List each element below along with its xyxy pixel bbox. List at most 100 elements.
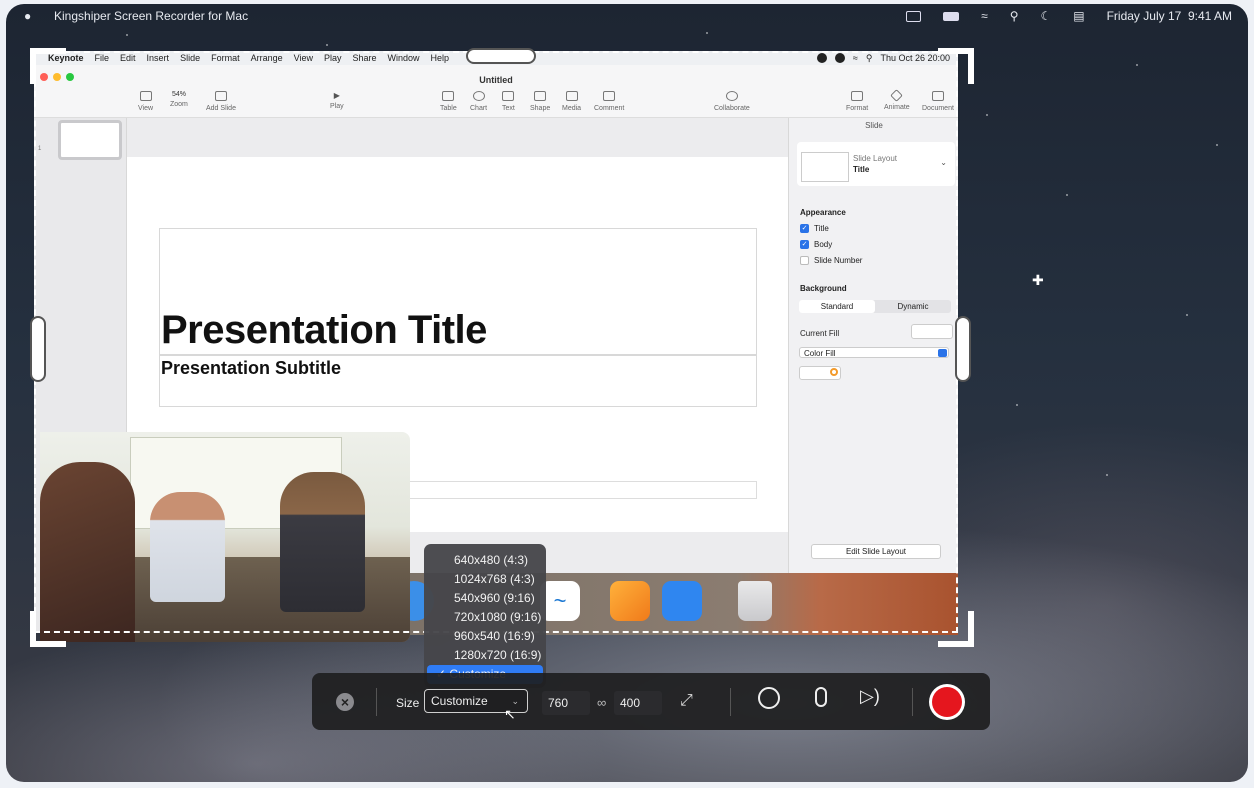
- width-input[interactable]: 760: [542, 691, 590, 715]
- status-item-icon[interactable]: [816, 53, 827, 63]
- menu-share[interactable]: Share: [353, 53, 377, 63]
- battery-icon[interactable]: [943, 11, 960, 21]
- menu-play[interactable]: Play: [324, 53, 342, 63]
- animate-button[interactable]: Animate: [884, 89, 910, 111]
- webcam-preview[interactable]: [40, 432, 410, 642]
- fill-color-well[interactable]: [799, 366, 841, 380]
- record-button[interactable]: [929, 684, 965, 720]
- table-button[interactable]: Table: [440, 91, 457, 112]
- height-input[interactable]: 400: [614, 691, 662, 715]
- dynamic-tab[interactable]: Dynamic: [875, 300, 951, 313]
- document-icon: [931, 91, 944, 101]
- webcam-icon[interactable]: [758, 687, 780, 709]
- edge-handle-right[interactable]: [955, 316, 971, 382]
- keynote-toolbar: Untitled View 54% Zoom Add Slide ▶ Play Ta…: [34, 65, 958, 118]
- status-item-icon[interactable]: [834, 53, 845, 63]
- spotlight-search-icon[interactable]: ⚲: [866, 53, 873, 64]
- inspector-panel: Slide Slide Layout Title ⌄ Appearance ✓ T…: [788, 118, 958, 633]
- menu-help[interactable]: Help: [431, 53, 450, 63]
- wifi-icon[interactable]: ≈: [981, 9, 988, 23]
- animate-icon: [890, 89, 904, 102]
- keynote-app-icon[interactable]: [662, 581, 702, 621]
- person-image: [280, 472, 365, 612]
- fullscreen-icon[interactable]: ⤢: [680, 692, 693, 710]
- slide-layout-selector[interactable]: Slide Layout Title ⌄: [797, 142, 955, 186]
- size-option[interactable]: 640x480 (4:3): [424, 551, 546, 570]
- zoom-button[interactable]: 54% Zoom: [170, 91, 188, 108]
- record-icon: [932, 687, 962, 717]
- slide-title[interactable]: Presentation Title: [161, 308, 487, 353]
- size-option[interactable]: 540x960 (9:16): [424, 589, 546, 608]
- link-ratio-icon[interactable]: ∞: [597, 695, 606, 710]
- menubar-time[interactable]: 9:41 AM: [1188, 9, 1232, 23]
- text-button[interactable]: Text: [502, 91, 515, 112]
- wifi-icon[interactable]: ≈: [853, 53, 858, 63]
- collaborate-button[interactable]: Collaborate: [714, 91, 750, 112]
- play-button[interactable]: ▶ Play: [330, 91, 344, 110]
- corner-handle-bottom-right[interactable]: [938, 611, 974, 647]
- spotlight-search-icon[interactable]: ⚲: [1010, 9, 1019, 23]
- background-segmented-control: Standard Dynamic: [799, 300, 951, 313]
- speaker-icon[interactable]: ▷): [860, 686, 880, 707]
- size-option[interactable]: 1280x720 (16:9): [424, 646, 546, 665]
- camera-status-icon[interactable]: [906, 10, 922, 22]
- menu-file[interactable]: File: [95, 53, 110, 63]
- menu-edit[interactable]: Edit: [120, 53, 136, 63]
- comment-button[interactable]: Comment: [594, 91, 624, 112]
- apple-icon[interactable]: ●: [24, 9, 31, 23]
- slide-subtitle[interactable]: Presentation Subtitle: [161, 358, 341, 379]
- shape-icon: [534, 91, 547, 101]
- pages-app-icon[interactable]: [610, 581, 650, 621]
- mac-menubar: ● Kingshiper Screen Recorder for Mac ≈ ⚲…: [6, 4, 1248, 28]
- trash-icon[interactable]: [738, 581, 772, 621]
- corner-handle-bottom-left[interactable]: [30, 611, 66, 647]
- table-icon: [442, 91, 455, 101]
- appearance-heading: Appearance: [800, 208, 846, 217]
- close-button[interactable]: ×: [336, 693, 354, 711]
- size-option[interactable]: 720x1080 (9:16): [424, 608, 546, 627]
- color-wheel-icon[interactable]: [830, 368, 838, 376]
- text-icon: [502, 91, 515, 101]
- comment-icon: [603, 91, 616, 101]
- edge-handle-left[interactable]: [30, 316, 46, 382]
- menu-slide[interactable]: Slide: [180, 53, 200, 63]
- corner-handle-top-right[interactable]: [938, 48, 974, 84]
- standard-tab[interactable]: Standard: [799, 300, 875, 313]
- format-button[interactable]: Format: [846, 91, 868, 112]
- corner-handle-top-left[interactable]: [30, 48, 66, 84]
- microphone-icon[interactable]: [815, 687, 827, 707]
- divider: [376, 688, 377, 716]
- menu-insert[interactable]: Insert: [147, 53, 170, 63]
- menu-format[interactable]: Format: [211, 53, 240, 63]
- slide-number-checkbox[interactable]: Slide Number: [800, 256, 862, 265]
- body-checkbox[interactable]: ✓ Body: [800, 240, 832, 249]
- edge-handle-top[interactable]: [466, 48, 536, 64]
- crosshair-cursor-icon: ✚: [1032, 272, 1044, 288]
- focus-moon-icon[interactable]: ☾: [1040, 9, 1051, 23]
- control-center-icon[interactable]: ▤: [1073, 9, 1084, 23]
- title-checkbox[interactable]: ✓ Title: [800, 224, 829, 233]
- play-icon: ▶: [333, 91, 340, 100]
- media-button[interactable]: Media: [562, 91, 581, 112]
- slide-layout-label: Slide Layout: [853, 154, 898, 163]
- slide-thumbnail[interactable]: [58, 120, 122, 160]
- color-fill-select[interactable]: Color Fill: [799, 347, 949, 358]
- menu-arrange[interactable]: Arrange: [251, 53, 283, 63]
- pointer-cursor-icon: ↖: [504, 706, 516, 722]
- inspector-header: Slide: [865, 121, 883, 130]
- view-button[interactable]: View: [138, 91, 153, 112]
- chart-button[interactable]: Chart: [470, 91, 487, 112]
- document-button[interactable]: Document: [922, 91, 954, 112]
- body-placeholder-box[interactable]: [404, 481, 757, 499]
- freeform-app-icon[interactable]: ~: [540, 581, 580, 621]
- edit-slide-layout-button[interactable]: Edit Slide Layout: [811, 544, 941, 559]
- menubar-app-name[interactable]: Kingshiper Screen Recorder for Mac: [54, 9, 248, 23]
- menu-window[interactable]: Window: [388, 53, 420, 63]
- current-fill-swatch[interactable]: [911, 324, 953, 339]
- size-option[interactable]: 1024x768 (4:3): [424, 570, 546, 589]
- menubar-date[interactable]: Friday July 17: [1107, 9, 1182, 23]
- size-option[interactable]: 960x540 (16:9): [424, 627, 546, 646]
- add-slide-button[interactable]: Add Slide: [206, 91, 236, 112]
- shape-button[interactable]: Shape: [530, 91, 550, 112]
- menu-view[interactable]: View: [294, 53, 313, 63]
